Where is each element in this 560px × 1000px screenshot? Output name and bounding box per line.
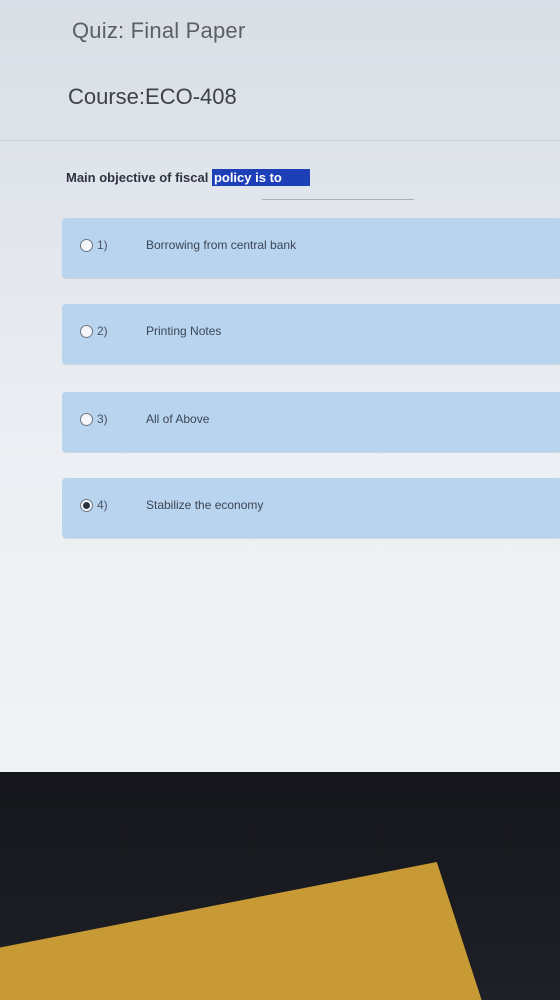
option-4[interactable]: 4) Stabilize the economy [62, 478, 560, 538]
monitor-screen: Quiz: Final Paper Course:ECO-408 Main ob… [0, 0, 560, 772]
quiz-title: Quiz: Final Paper [72, 18, 246, 43]
option-label: All of Above [146, 412, 210, 426]
header-divider [0, 140, 560, 141]
question-underline [262, 199, 414, 200]
question-prefix: Main objective of fiscal [66, 170, 212, 185]
selected-text-highlight: policy is to [211, 169, 310, 186]
question-text: Main objective of fiscal policy is to [66, 169, 310, 186]
option-label: Printing Notes [146, 324, 222, 338]
course-label: Course:ECO-408 [68, 84, 237, 109]
option-3[interactable]: 3) All of Above [62, 392, 560, 452]
radio-option-4[interactable] [80, 498, 93, 512]
radio-option-3[interactable] [80, 412, 93, 426]
radio-option-2[interactable] [80, 324, 93, 338]
radio-option-1[interactable] [80, 238, 93, 252]
option-1[interactable]: 1) Borrowing from central bank [62, 218, 560, 278]
option-number: 2) [97, 324, 108, 338]
option-number: 4) [97, 498, 108, 512]
option-number: 3) [97, 412, 108, 426]
option-label: Stabilize the economy [146, 498, 264, 512]
option-2[interactable]: 2) Printing Notes [62, 304, 560, 364]
option-label: Borrowing from central bank [146, 238, 297, 252]
option-number: 1) [97, 238, 108, 252]
